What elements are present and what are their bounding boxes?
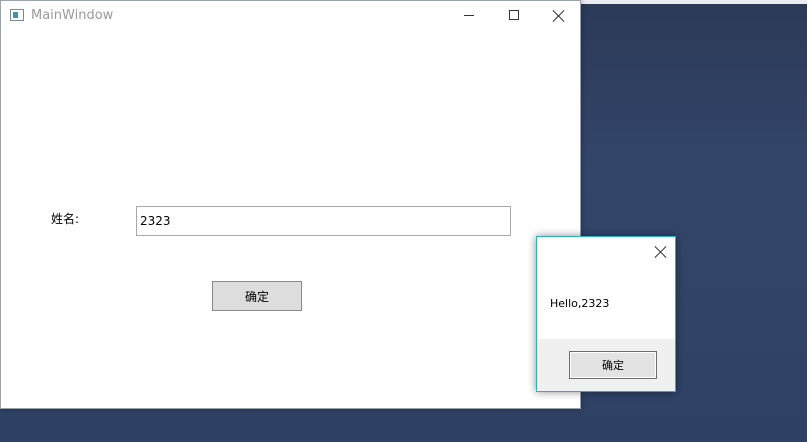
window-app-icon: [10, 9, 24, 21]
title-bar[interactable]: MainWindow: [1, 1, 580, 31]
minimize-icon: [464, 15, 474, 16]
close-button[interactable]: [536, 1, 581, 31]
maximize-button[interactable]: [491, 1, 536, 31]
name-label: 姓名:: [51, 212, 80, 226]
message-box-dialog: Hello,2323 确定: [536, 236, 676, 392]
name-input[interactable]: [136, 206, 511, 236]
maximize-icon: [509, 10, 519, 20]
main-window: MainWindow 姓名: 确定: [0, 0, 581, 409]
confirm-button[interactable]: 确定: [212, 281, 302, 311]
window-title: MainWindow: [31, 8, 114, 23]
close-icon[interactable]: [654, 245, 668, 259]
close-icon: [552, 9, 566, 23]
minimize-button[interactable]: [446, 1, 491, 31]
ok-button[interactable]: 确定: [569, 351, 657, 379]
message-box-footer: 确定: [537, 339, 675, 391]
message-text: Hello,2323: [550, 297, 610, 310]
